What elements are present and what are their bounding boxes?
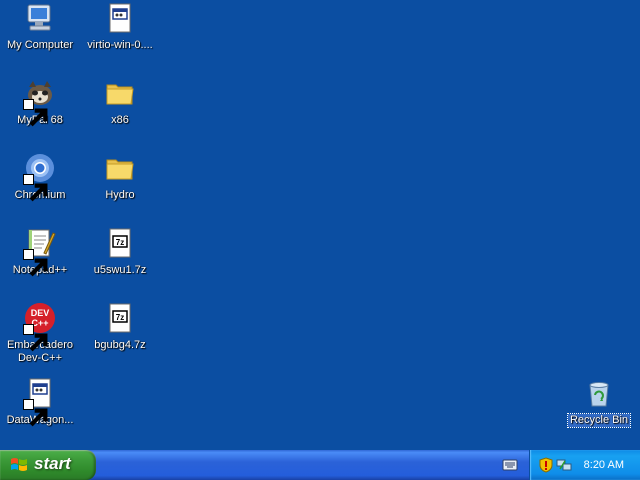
installer-file-icon (23, 377, 56, 427)
network-icon[interactable] (556, 457, 572, 473)
mypal-icon (23, 77, 56, 127)
security-shield-icon[interactable] (538, 457, 554, 473)
7z-file-icon: 7z (104, 227, 136, 259)
desktop-icon-u5swu1-7z[interactable]: 7z u5swu1.7z (80, 227, 160, 277)
recycle-bin-icon (583, 377, 615, 409)
svg-text:DEV: DEV (31, 308, 50, 318)
start-button[interactable]: start (0, 450, 96, 480)
desktop: My Computer virtio-win-0.... MyPal 68 x8… (0, 0, 640, 450)
svg-text:7z: 7z (116, 313, 124, 322)
windows-logo-icon (10, 456, 28, 474)
folder-icon (104, 152, 136, 184)
desktop-icon-label: bgubg4.7z (94, 339, 146, 351)
shortcut-arrow-icon (23, 174, 48, 202)
desktop-icon-datawagon[interactable]: DataWagon... (0, 377, 80, 427)
shortcut-arrow-icon (23, 249, 48, 277)
devcpp-icon: DEV C++ (23, 302, 56, 352)
desktop-icon-label: virtio-win-0.... (87, 39, 153, 51)
svg-text:7z: 7z (116, 238, 124, 247)
chromium-icon (23, 152, 56, 202)
desktop-icon-recycle-bin[interactable]: Recycle Bin (559, 377, 639, 428)
shortcut-arrow-icon (23, 99, 48, 127)
desktop-icon-chromium[interactable]: Chromium (0, 152, 80, 202)
keyboard-language-icon[interactable] (502, 458, 518, 472)
shortcut-arrow-icon (23, 324, 48, 352)
system-tray: 8:20 AM (529, 450, 640, 480)
notepadpp-icon (23, 227, 56, 277)
desktop-icon-label: x86 (111, 114, 129, 126)
installer-file-icon (104, 2, 136, 34)
desktop-icon-devcpp[interactable]: DEV C++ Embarcadero Dev-C++ (0, 302, 80, 365)
desktop-icon-label: My Computer (6, 39, 74, 51)
computer-icon (24, 2, 56, 34)
taskbar: start 8:20 AM (0, 450, 640, 480)
desktop-icon-hydro[interactable]: Hydro (80, 152, 160, 202)
clock[interactable]: 8:20 AM (584, 459, 624, 471)
desktop-icon-x86[interactable]: x86 (80, 77, 160, 127)
desktop-icon-label: Hydro (105, 189, 135, 201)
shortcut-arrow-icon (23, 399, 48, 427)
folder-icon (104, 77, 136, 109)
desktop-icon-label: Recycle Bin (566, 413, 632, 428)
desktop-icon-bgubg4-7z[interactable]: 7z bgubg4.7z (80, 302, 160, 352)
desktop-icon-notepadpp[interactable]: Notepad++ (0, 227, 80, 277)
7z-file-icon: 7z (104, 302, 136, 334)
desktop-icon-virtio-win[interactable]: virtio-win-0.... (80, 2, 160, 52)
desktop-icon-my-computer[interactable]: My Computer (0, 2, 80, 52)
desktop-icon-mypal[interactable]: MyPal 68 (0, 77, 80, 127)
desktop-icon-label: u5swu1.7z (93, 264, 147, 276)
start-label: start (34, 454, 71, 473)
